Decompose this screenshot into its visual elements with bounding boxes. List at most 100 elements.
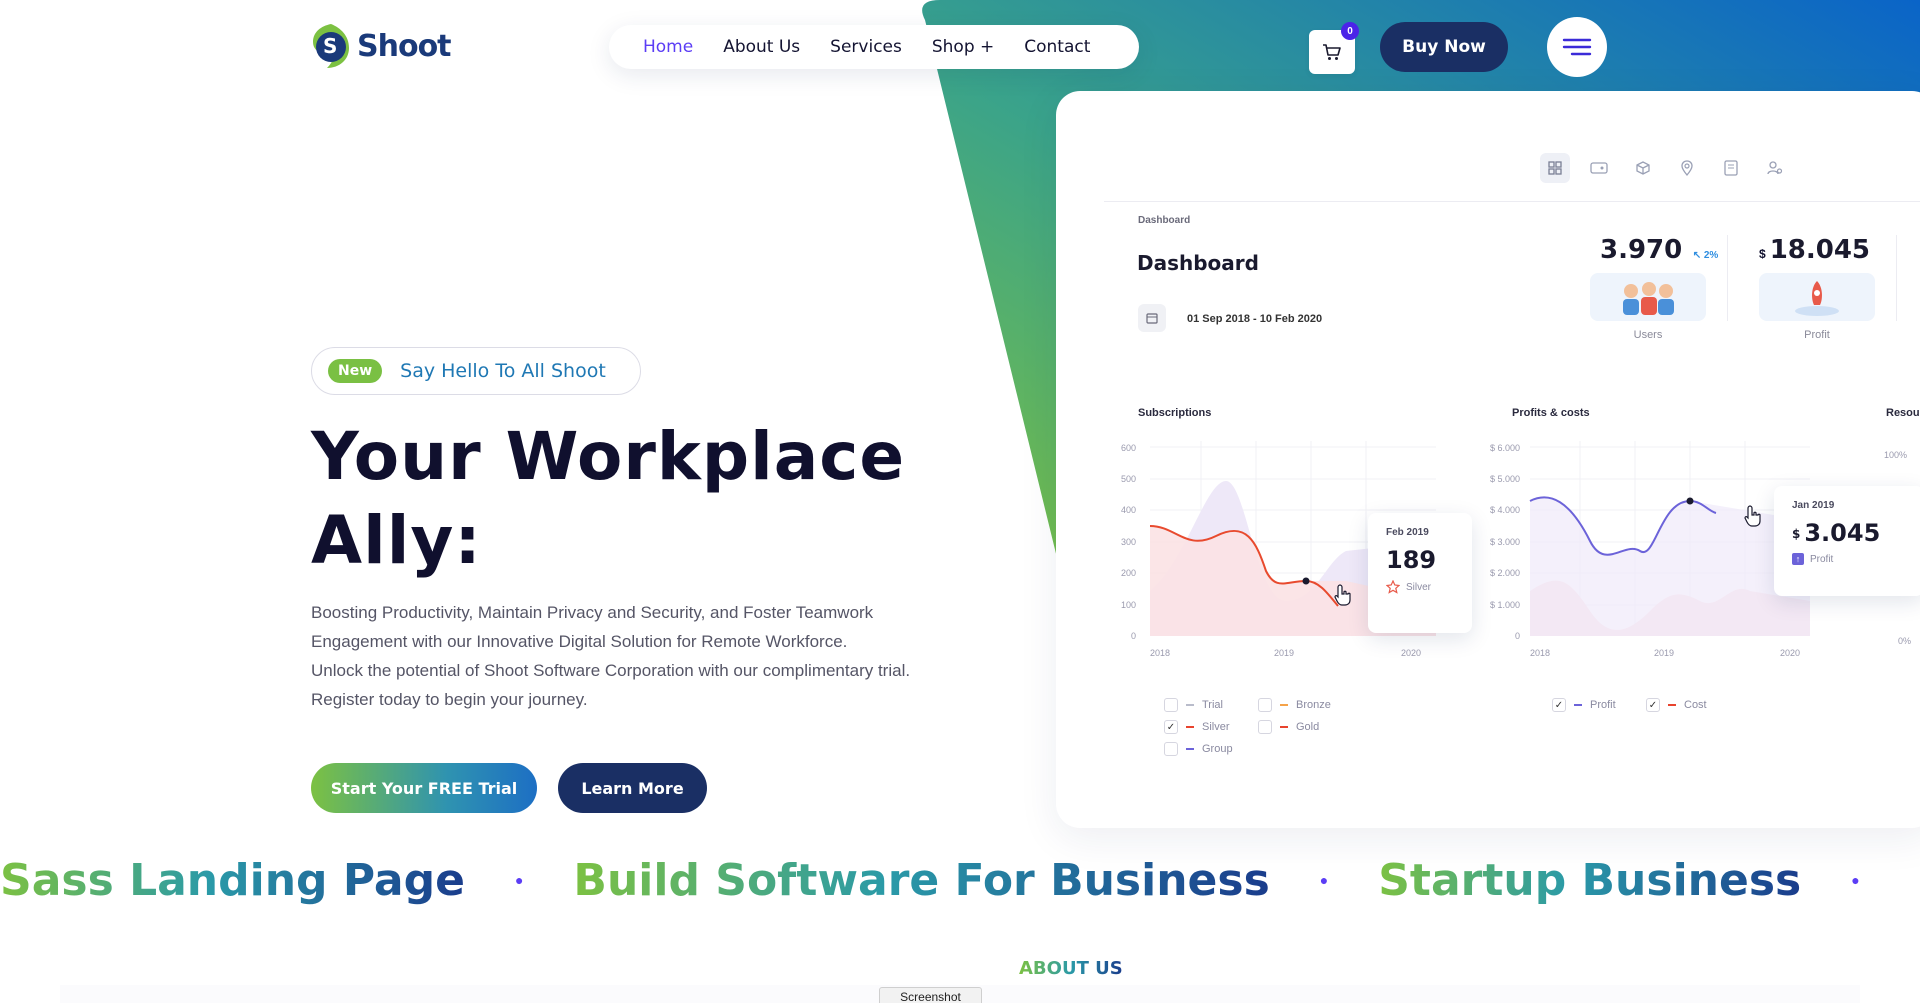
y-tick: 100 [1121,600,1136,610]
tooltip-value: 189 [1386,546,1437,574]
checkbox[interactable] [1258,698,1272,712]
marquee-item: Sass Landing Page [0,854,465,906]
tooltip-currency: $ [1792,527,1801,541]
tooltip-series: Silver [1386,580,1454,594]
legend-label: Gold [1296,721,1320,733]
box-icon [1628,153,1658,183]
profit-area [1530,497,1810,636]
x-tick: 2018 [1150,648,1170,658]
x-tick: 2018 [1530,648,1550,658]
hero-desc-line4: Register today to begin your journey. [311,690,588,709]
hero-desc-line2: Engagement with our Innovative Digital S… [311,632,848,651]
brand-logo[interactable]: S Shoot [311,22,452,70]
legend-item-profit[interactable]: ✓ Profit [1552,698,1626,712]
dashboard-title: Dashboard [1137,251,1259,275]
profits-chart: $ 6.000 $ 5.000 $ 4.000 $ 3.000 $ 2.000 … [1490,441,1810,658]
x-tick: 2020 [1401,648,1421,658]
stat-divider [1727,235,1728,321]
hand-cursor-icon [1744,505,1761,527]
checkbox-checked[interactable]: ✓ [1646,698,1660,712]
profits-chart-title: Profits & costs [1512,407,1590,419]
nav-item-services[interactable]: Services [830,37,902,57]
announcement-pill[interactable]: New Say Hello To All Shoot [311,347,641,395]
x-axis-ticks: 2018 2019 2020 [1530,648,1800,658]
legend-item-trial[interactable]: Trial [1164,698,1238,712]
tooltip-value: 3.045 [1804,519,1881,547]
tooltip-series-label: Profit [1810,553,1834,565]
silver-point [1302,577,1310,585]
menu-toggle-button[interactable] [1547,17,1607,77]
legend-label: Silver [1202,721,1230,733]
checkbox-checked[interactable]: ✓ [1164,720,1178,734]
stat-users: 3.970 ↖ 2% Users [1590,235,1730,341]
pin-icon [1672,153,1702,183]
y-tick: 600 [1121,443,1136,453]
rocket-illustration-icon [1759,273,1875,321]
y-tick: $ 4.000 [1490,505,1520,515]
stat-users-label: Users [1633,329,1663,341]
y-tick: 200 [1121,568,1136,578]
nav-item-contact[interactable]: Contact [1024,37,1090,57]
x-axis-ticks: 2018 2019 2020 [1150,648,1421,658]
legend-item-gold[interactable]: Gold [1258,720,1332,734]
calendar-icon[interactable] [1138,304,1166,332]
profits-tooltip: Jan 2019 $3.045 ↑ Profit [1774,486,1920,596]
marquee-item: Build Software For Business [573,854,1270,906]
learn-more-button[interactable]: Learn More [558,763,707,813]
y-tick: 300 [1121,537,1136,547]
main-nav: Home About Us Services Shop + Contact [609,25,1139,69]
stat-users-delta: ↖ 2% [1692,250,1719,261]
checkbox-checked[interactable]: ✓ [1552,698,1566,712]
tooltip-date: Feb 2019 [1386,527,1429,538]
date-range[interactable]: 01 Sep 2018 - 10 Feb 2020 [1187,313,1322,325]
stat-profit-currency: $ [1759,246,1766,261]
about-us-eyebrow: ABOUT US [1019,958,1123,979]
start-free-trial-button[interactable]: Start Your FREE Trial [311,763,537,813]
legend-label: Trial [1202,699,1223,711]
legend-item-silver[interactable]: ✓ Silver [1164,720,1238,734]
logo-letter: S [323,34,338,58]
dashboard-toolbar [1540,153,1790,183]
nav-item-home[interactable]: Home [643,37,693,57]
profits-legend: ✓ Profit ✓ Cost [1552,698,1752,712]
resources-y-tick: 0% [1898,636,1912,646]
y-tick: $ 6.000 [1490,443,1520,453]
nav-item-about[interactable]: About Us [723,37,800,57]
dashboard-preview-card: Dashboard Dashboard 01 Sep 2018 - 10 Feb… [1056,91,1920,828]
tooltip-series: ↑ Profit [1792,553,1906,565]
stat-profit-label: Profit [1804,329,1830,341]
y-axis-ticks: 600 500 400 300 200 100 0 [1121,443,1136,641]
checkbox[interactable] [1258,720,1272,734]
hero-title-line1: Your Workplace [311,418,906,495]
user-settings-icon [1760,153,1790,183]
marquee-strip: Sass Landing Page ● Build Software For B… [0,850,1920,910]
cart-icon [1323,44,1341,60]
users-illustration-icon [1590,273,1706,321]
cart-count-badge: 0 [1341,22,1359,40]
hero-title-line2: Ally: [311,502,482,579]
legend-item-cost[interactable]: ✓ Cost [1646,698,1720,712]
screenshot-label[interactable]: Screenshot [879,987,982,1003]
y-tick: $ 1.000 [1490,600,1520,610]
bullet-dot-icon: ● [1851,872,1860,888]
brand-name: Shoot [357,28,452,64]
legend-label: Group [1202,743,1233,755]
announcement-text: Say Hello To All Shoot [400,360,606,382]
toolbar-divider [1104,201,1920,202]
y-axis-ticks: $ 6.000 $ 5.000 $ 4.000 $ 3.000 $ 2.000 … [1490,443,1520,641]
grid-icon [1540,153,1570,183]
x-tick: 2020 [1780,648,1800,658]
cart-button[interactable]: 0 [1309,22,1359,74]
legend-item-bronze[interactable]: Bronze [1258,698,1332,712]
nav-item-shop[interactable]: Shop + [932,37,994,57]
bullet-dot-icon: ● [1319,872,1329,888]
y-tick: 0 [1515,631,1520,641]
checkbox[interactable] [1164,742,1178,756]
buy-now-button[interactable]: Buy Now [1380,22,1508,72]
legend-label: Cost [1684,699,1707,711]
legend-item-group[interactable]: Group [1164,742,1238,756]
checkbox[interactable] [1164,698,1178,712]
stat-users-value: 3.970 [1600,235,1683,265]
stat-profit: $18.045 Profit [1759,235,1899,341]
y-tick: $ 2.000 [1490,568,1520,578]
